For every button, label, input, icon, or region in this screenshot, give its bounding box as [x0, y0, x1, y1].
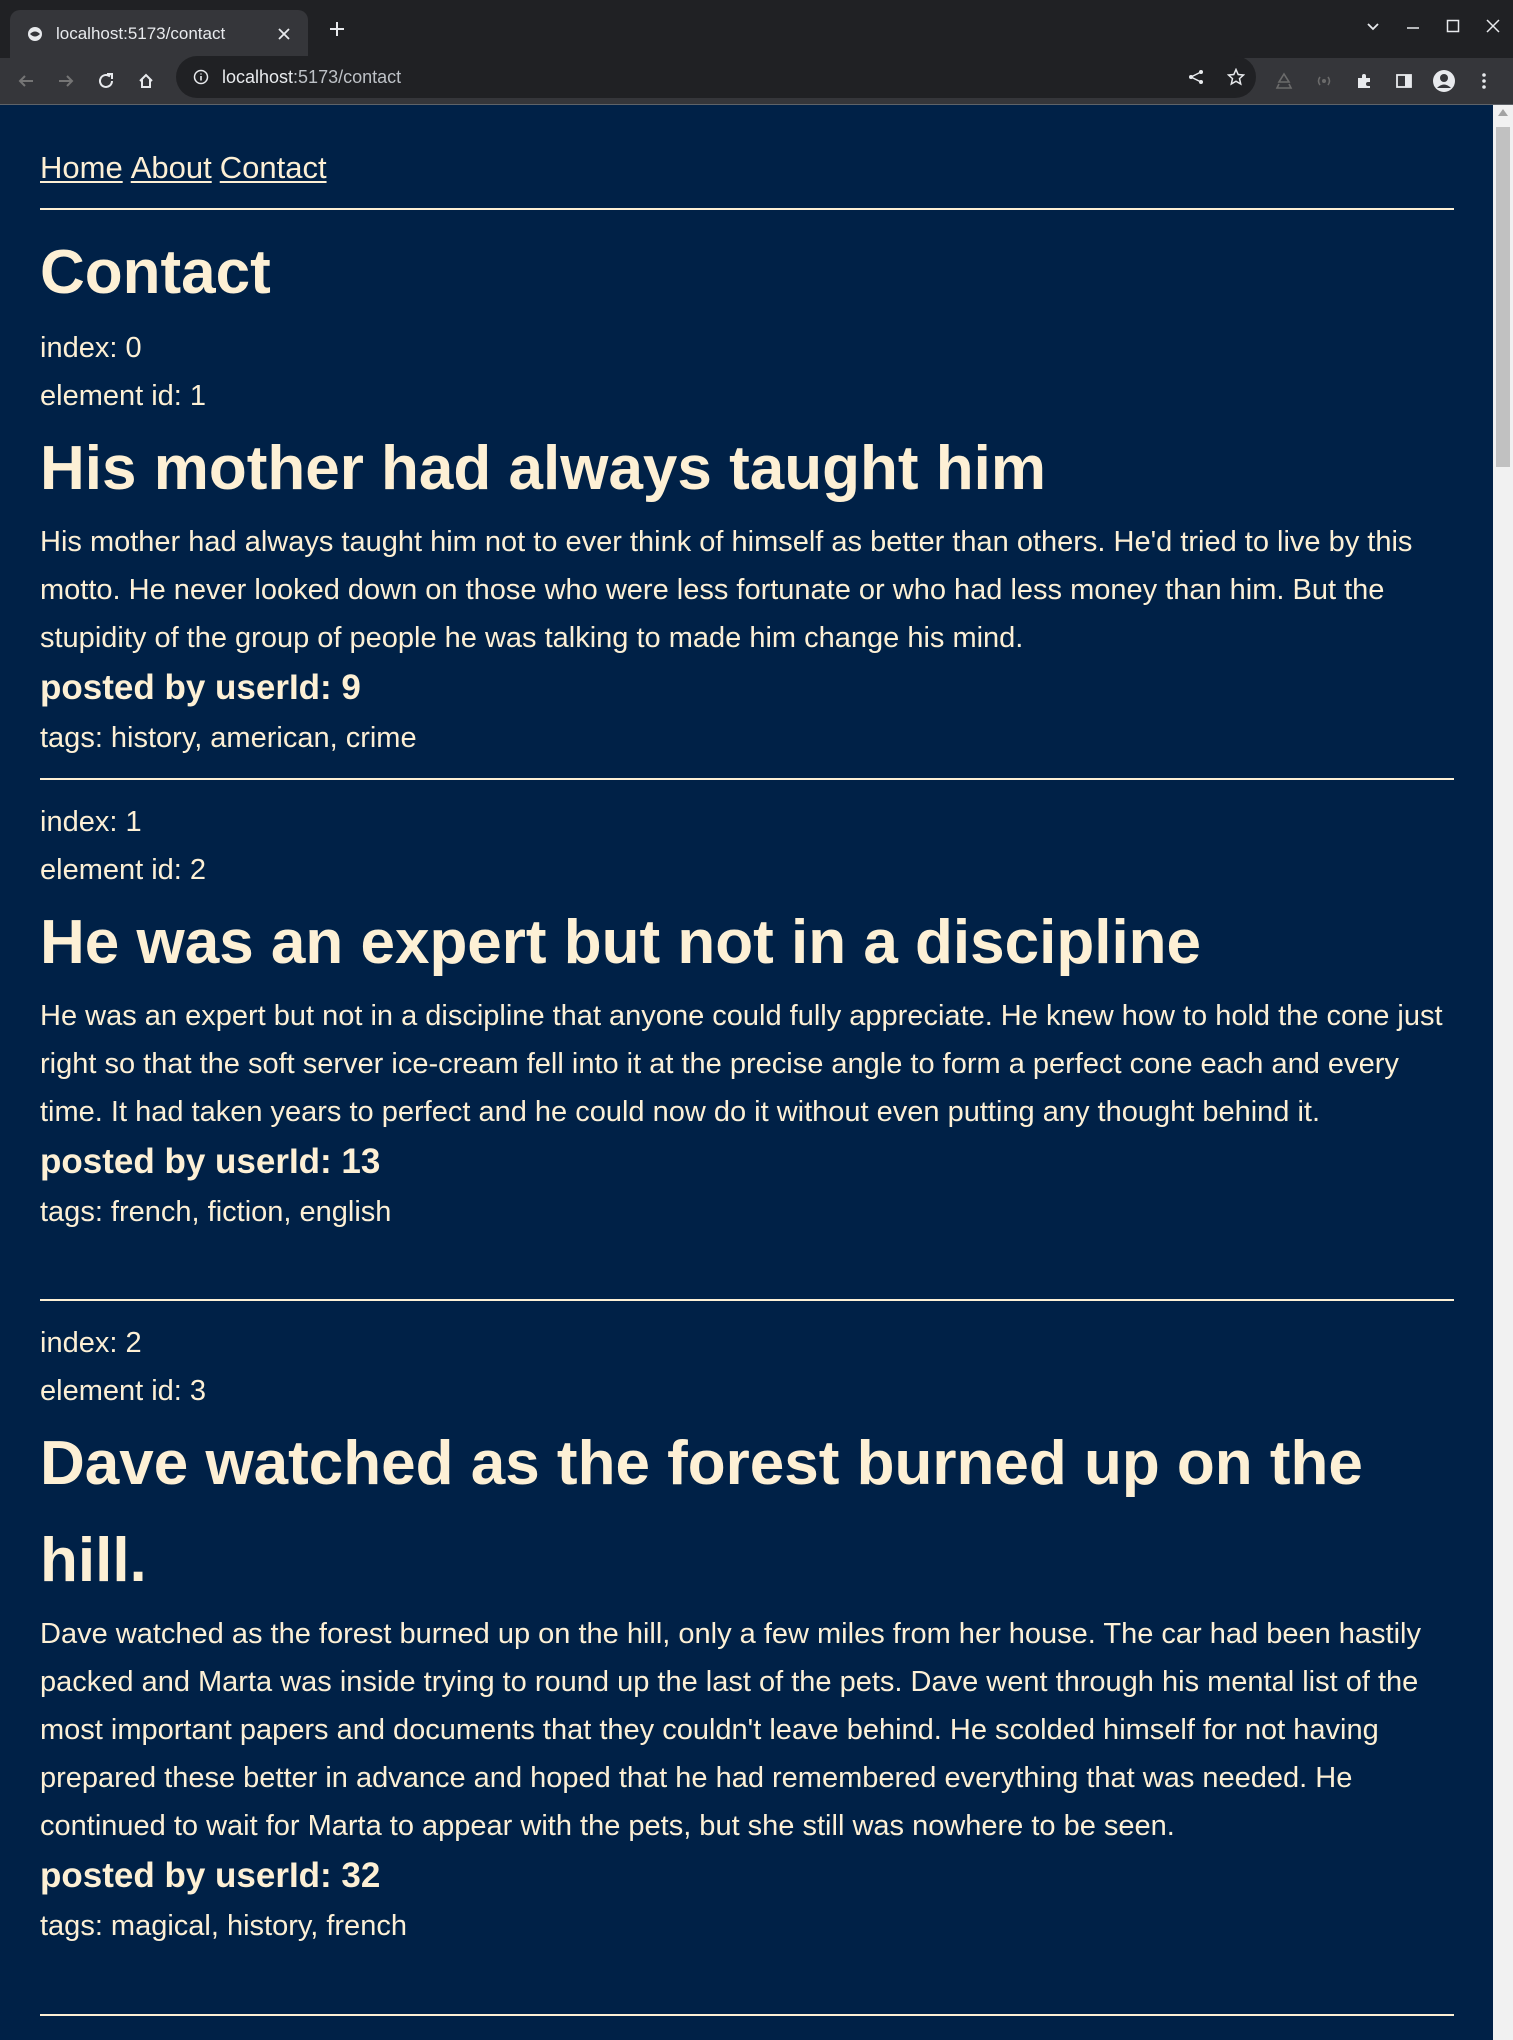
tab-title: localhost:5173/contact	[56, 24, 226, 43]
post-item: index: 1 element id: 2 He was an expert …	[40, 798, 1454, 1236]
forward-icon[interactable]	[46, 61, 86, 101]
post-tags: tags: history, american, crime	[40, 722, 417, 754]
maximize-icon[interactable]	[1433, 6, 1473, 46]
window-controls	[1353, 6, 1513, 46]
reload-icon[interactable]	[86, 61, 126, 101]
scrollbar-thumb[interactable]	[1496, 127, 1510, 467]
nav-link-about[interactable]: About	[131, 150, 212, 186]
post-tags: tags: french, fiction, english	[40, 1196, 392, 1228]
post-divider	[40, 1299, 1454, 1301]
nav-divider	[40, 208, 1454, 210]
post-index: index: 1	[40, 806, 142, 838]
post-item: index: 2 element id: 3 Dave watched as t…	[40, 1319, 1454, 1950]
url-text: localhost:5173/contact	[222, 66, 402, 87]
post-item: index: 0 element id: 1 His mother had al…	[40, 324, 1454, 762]
post-element-id: element id: 3	[40, 1375, 207, 1407]
close-tab-icon[interactable]	[270, 20, 298, 48]
extensions-puzzle-icon[interactable]	[1344, 61, 1384, 101]
post-author: posted by userId: 9	[40, 668, 361, 707]
extension-recycle-icon[interactable]	[1264, 61, 1304, 101]
browser-tab[interactable]: localhost:5173/contact	[10, 10, 308, 58]
address-bar[interactable]: localhost:5173/contact	[176, 56, 1256, 98]
post-body: He was an expert but not in a discipline…	[40, 1000, 1443, 1128]
side-panel-icon[interactable]	[1384, 61, 1424, 101]
profile-avatar-icon[interactable]	[1424, 61, 1464, 101]
post-tags: tags: magical, history, french	[40, 1910, 407, 1942]
more-menu-icon[interactable]	[1464, 61, 1504, 101]
new-tab-icon[interactable]	[322, 14, 352, 44]
scroll-up-arrow-icon[interactable]	[1498, 109, 1508, 116]
post-index: index: 2	[40, 1327, 142, 1359]
page-scrollbar[interactable]	[1493, 105, 1513, 2040]
bookmark-star-icon[interactable]	[1216, 57, 1256, 97]
post-index: index: 0	[40, 332, 142, 364]
share-icon[interactable]	[1176, 57, 1216, 97]
post-author: posted by userId: 13	[40, 1142, 381, 1181]
post-element-id: element id: 2	[40, 854, 207, 886]
post-divider	[40, 778, 1454, 780]
toolbar-right-icons	[1264, 58, 1504, 104]
post-body: Dave watched as the forest burned up on …	[40, 1618, 1421, 1842]
extension-broadcast-icon[interactable]	[1304, 61, 1344, 101]
page-title: Contact	[40, 238, 271, 307]
post-element-id: element id: 1	[40, 380, 207, 412]
browser-titlebar: localhost:5173/contact	[0, 0, 1513, 58]
post-title: Dave watched as the forest burned up on …	[40, 1429, 1363, 1595]
site-info-icon[interactable]	[190, 66, 212, 88]
minimize-icon[interactable]	[1393, 6, 1433, 46]
post-author: posted by userId: 32	[40, 1856, 381, 1895]
post-title: His mother had always taught him	[40, 434, 1046, 503]
back-icon[interactable]	[6, 61, 46, 101]
main-nav: Home About Contact	[40, 150, 327, 186]
close-window-icon[interactable]	[1473, 6, 1513, 46]
page-viewport: Home About Contact Contact index: 0 elem…	[0, 105, 1493, 2040]
post-divider	[40, 2014, 1454, 2016]
globe-icon	[26, 25, 44, 43]
nav-link-home[interactable]: Home	[40, 150, 123, 186]
post-body: His mother had always taught him not to …	[40, 526, 1413, 654]
tab-search-icon[interactable]	[1353, 6, 1393, 46]
post-title: He was an expert but not in a discipline	[40, 908, 1202, 977]
nav-link-contact[interactable]: Contact	[220, 150, 327, 186]
home-icon[interactable]	[126, 61, 166, 101]
